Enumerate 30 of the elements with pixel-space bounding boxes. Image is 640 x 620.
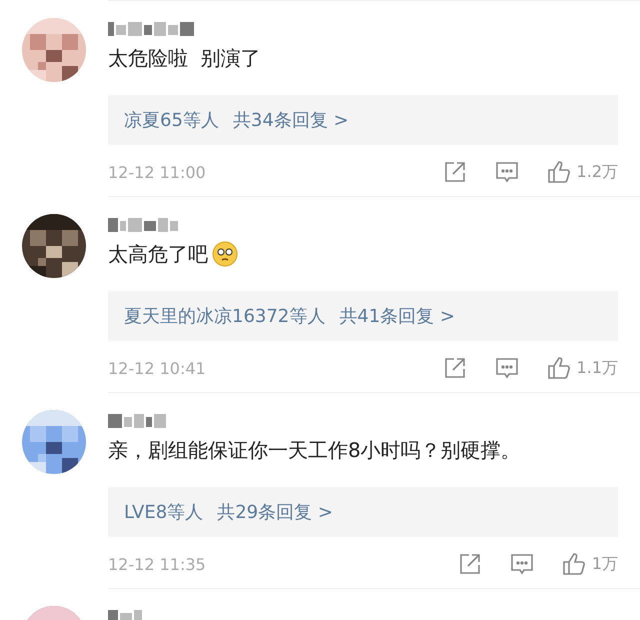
reply-count-link[interactable]: 共29条回复 > (217, 500, 333, 524)
like-count: 1.2万 (576, 162, 618, 182)
comment-text: 太危险啦 别演了 (108, 44, 261, 72)
timestamp: 12-12 10:41 (108, 358, 207, 378)
emoji-icon (212, 241, 238, 267)
like-icon[interactable] (562, 552, 586, 576)
blurred-name (108, 413, 168, 429)
like-icon[interactable] (546, 356, 571, 380)
comment-icon[interactable] (494, 160, 519, 184)
comment-text: 亲，剧组能保证你一天工作8小时吗？别硬撑。 (108, 436, 521, 464)
share-icon[interactable] (442, 160, 467, 184)
like-icon[interactable] (546, 160, 571, 184)
share-icon[interactable] (458, 552, 482, 576)
comment-icon[interactable] (494, 356, 519, 380)
reply-users[interactable]: 凉夏65等人 (124, 108, 219, 132)
replies-panel[interactable]: 凉夏65等人 共34条回复 > (108, 95, 618, 145)
reply-count-link[interactable]: 共34条回复 > (232, 108, 349, 132)
like-count: 1.1万 (576, 358, 618, 378)
like-count: 1万 (592, 554, 618, 574)
replies-panel[interactable]: 夏天里的冰凉16372等人 共41条回复 > (108, 291, 618, 341)
reply-users[interactable]: 夏天里的冰凉16372等人 (124, 304, 326, 328)
blurred-name (108, 217, 180, 233)
comment-text: 太高危了吧 (108, 240, 208, 268)
reply-count-link[interactable]: 共41条回复 > (339, 304, 455, 328)
replies-panel[interactable]: LVE8等人 共29条回复 > (108, 487, 618, 537)
timestamp: 12-12 11:35 (108, 554, 207, 574)
reply-users[interactable]: LVE8等人 (124, 500, 204, 524)
share-icon[interactable] (442, 356, 467, 380)
comment-icon[interactable] (510, 552, 534, 576)
timestamp: 12-12 11:00 (108, 162, 207, 182)
